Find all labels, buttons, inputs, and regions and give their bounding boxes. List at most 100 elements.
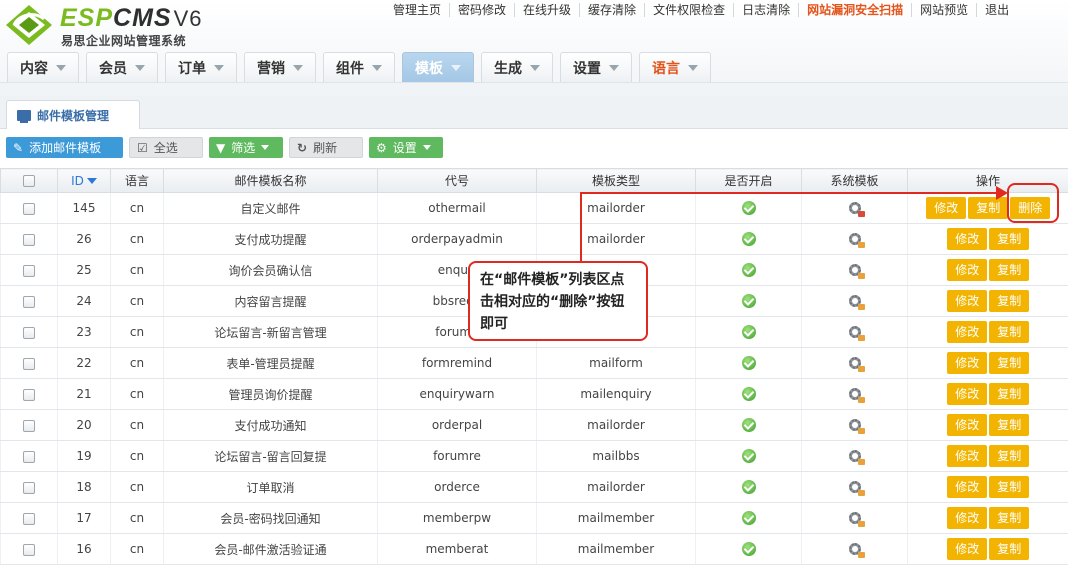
- copy-button[interactable]: 复制: [989, 290, 1030, 312]
- copy-button[interactable]: 复制: [989, 321, 1030, 343]
- row-select[interactable]: [0, 502, 58, 534]
- checkbox[interactable]: [23, 388, 35, 401]
- edit-button[interactable]: 修改: [947, 445, 988, 467]
- toplink-clear-log[interactable]: 日志清除: [742, 0, 790, 22]
- toplink-permission-check[interactable]: 文件权限检查: [653, 0, 725, 22]
- check-circle-icon[interactable]: [741, 511, 756, 526]
- edit-button[interactable]: 修改: [947, 414, 988, 436]
- checkbox[interactable]: [23, 543, 35, 556]
- toplink-preview[interactable]: 网站预览: [920, 0, 968, 22]
- check-circle-icon[interactable]: [741, 294, 756, 309]
- row-enabled[interactable]: [695, 192, 802, 224]
- tab-mail-templates[interactable]: 邮件模板管理: [6, 100, 140, 129]
- row-select[interactable]: [0, 285, 58, 317]
- row-actions: 修改 复制: [907, 471, 1068, 503]
- checkbox[interactable]: [23, 481, 35, 494]
- filter-button[interactable]: ▼ 筛选: [209, 137, 283, 158]
- row-enabled[interactable]: [695, 409, 802, 441]
- row-enabled[interactable]: [695, 471, 802, 503]
- row-select[interactable]: [0, 316, 58, 348]
- row-select[interactable]: [0, 378, 58, 410]
- nav-tab-settings[interactable]: 设置: [560, 52, 632, 82]
- check-circle-icon[interactable]: [741, 387, 756, 402]
- checkbox[interactable]: [23, 450, 35, 463]
- copy-button[interactable]: 复制: [968, 197, 1009, 219]
- checkbox[interactable]: [23, 419, 35, 432]
- check-circle-icon[interactable]: [741, 480, 756, 495]
- copy-button[interactable]: 复制: [989, 476, 1030, 498]
- nav-tab-content[interactable]: 内容: [7, 52, 79, 82]
- edit-button[interactable]: 修改: [947, 228, 988, 250]
- toplink-clear-cache[interactable]: 缓存清除: [588, 0, 636, 22]
- copy-button[interactable]: 复制: [989, 228, 1030, 250]
- checkbox[interactable]: [23, 326, 35, 339]
- toplink-logout[interactable]: 退出: [985, 0, 1009, 22]
- settings-button[interactable]: ⚙ 设置: [369, 137, 443, 158]
- checkbox[interactable]: [23, 202, 35, 215]
- copy-button[interactable]: 复制: [989, 383, 1030, 405]
- nav-tab-marketing[interactable]: 营销: [244, 52, 316, 82]
- row-select[interactable]: [0, 440, 58, 472]
- edit-button[interactable]: 修改: [947, 476, 988, 498]
- copy-button[interactable]: 复制: [989, 507, 1030, 529]
- edit-button[interactable]: 修改: [947, 321, 988, 343]
- row-select[interactable]: [0, 223, 58, 255]
- edit-button[interactable]: 修改: [947, 538, 988, 560]
- toplink-upgrade[interactable]: 在线升级: [523, 0, 571, 22]
- check-circle-icon[interactable]: [741, 201, 756, 216]
- edit-button[interactable]: 修改: [947, 259, 988, 281]
- row-enabled[interactable]: [695, 285, 802, 317]
- row-select[interactable]: [0, 347, 58, 379]
- row-enabled[interactable]: [695, 347, 802, 379]
- edit-button[interactable]: 修改: [926, 197, 967, 219]
- edit-button[interactable]: 修改: [947, 383, 988, 405]
- toplink-security-scan[interactable]: 网站漏洞安全扫描: [807, 0, 903, 22]
- row-select[interactable]: [0, 254, 58, 286]
- row-enabled[interactable]: [695, 502, 802, 534]
- edit-button[interactable]: 修改: [947, 290, 988, 312]
- nav-tab-templates[interactable]: 模板: [402, 52, 474, 82]
- check-circle-icon[interactable]: [741, 418, 756, 433]
- checkbox[interactable]: [23, 295, 35, 308]
- check-circle-icon[interactable]: [741, 325, 756, 340]
- checkbox[interactable]: [23, 175, 35, 187]
- check-circle-icon[interactable]: [741, 449, 756, 464]
- copy-button[interactable]: 复制: [989, 414, 1030, 436]
- nav-tab-components[interactable]: 组件: [323, 52, 395, 82]
- row-enabled[interactable]: [695, 316, 802, 348]
- nav-tab-generate[interactable]: 生成: [481, 52, 553, 82]
- row-select[interactable]: [0, 471, 58, 503]
- header-id[interactable]: ID: [57, 168, 111, 193]
- toplink-password[interactable]: 密码修改: [458, 0, 506, 22]
- nav-tab-members[interactable]: 会员: [86, 52, 158, 82]
- check-circle-icon[interactable]: [741, 542, 756, 557]
- row-enabled[interactable]: [695, 223, 802, 255]
- copy-button[interactable]: 复制: [989, 352, 1030, 374]
- copy-button[interactable]: 复制: [989, 538, 1030, 560]
- row-select[interactable]: [0, 533, 58, 565]
- edit-button[interactable]: 修改: [947, 507, 988, 529]
- row-enabled[interactable]: [695, 254, 802, 286]
- checkbox[interactable]: [23, 233, 35, 246]
- checkbox[interactable]: [23, 357, 35, 370]
- toplink-home[interactable]: 管理主页: [393, 0, 441, 22]
- check-circle-icon[interactable]: [741, 356, 756, 371]
- checkbox[interactable]: [23, 264, 35, 277]
- nav-tab-orders[interactable]: 订单: [165, 52, 237, 82]
- row-enabled[interactable]: [695, 440, 802, 472]
- nav-tab-language[interactable]: 语言: [639, 52, 711, 82]
- edit-button[interactable]: 修改: [947, 352, 988, 374]
- row-select[interactable]: [0, 409, 58, 441]
- row-enabled[interactable]: [695, 378, 802, 410]
- check-circle-icon[interactable]: [741, 263, 756, 278]
- header-select-all[interactable]: [0, 168, 58, 193]
- row-enabled[interactable]: [695, 533, 802, 565]
- add-template-button[interactable]: ✎ 添加邮件模板: [6, 137, 123, 158]
- refresh-button[interactable]: ↻ 刷新: [289, 137, 363, 158]
- copy-button[interactable]: 复制: [989, 445, 1030, 467]
- check-circle-icon[interactable]: [741, 232, 756, 247]
- select-all-button[interactable]: ☑ 全选: [129, 137, 203, 158]
- row-select[interactable]: [0, 192, 58, 224]
- checkbox[interactable]: [23, 512, 35, 525]
- copy-button[interactable]: 复制: [989, 259, 1030, 281]
